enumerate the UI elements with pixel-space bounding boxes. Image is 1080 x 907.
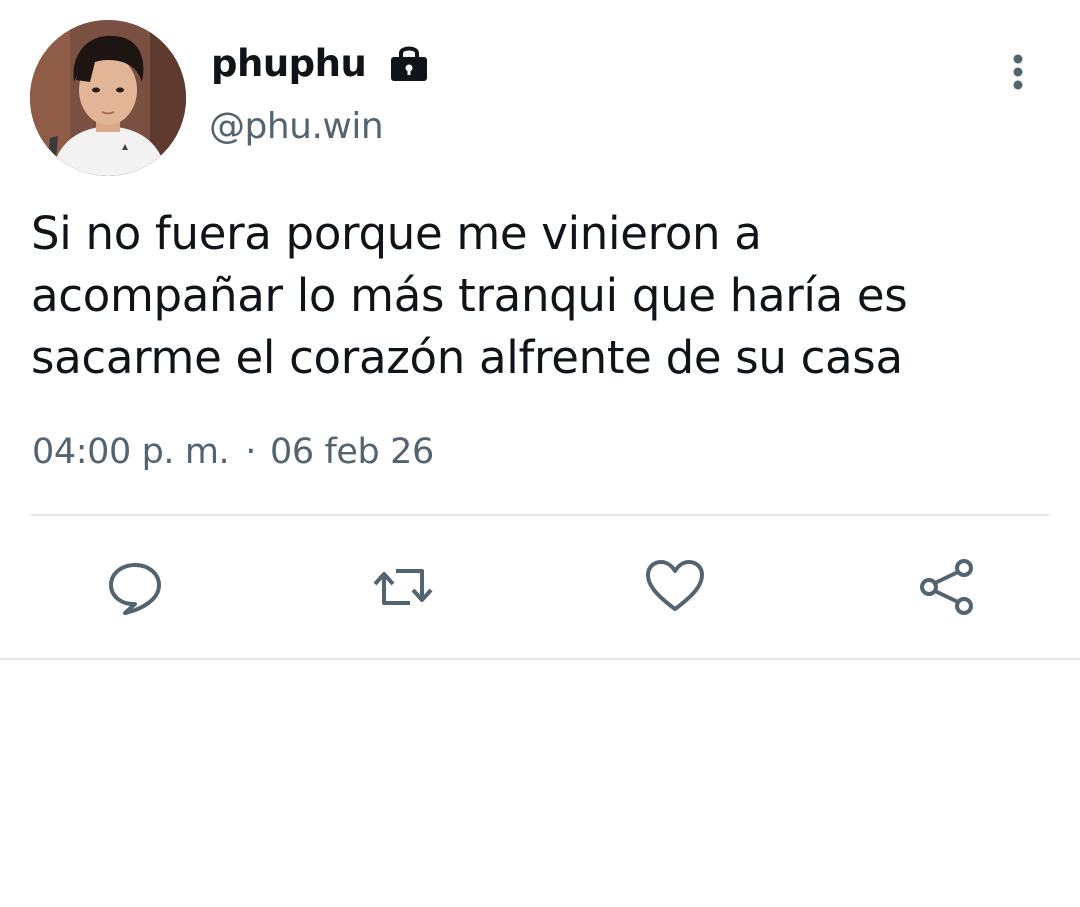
share-icon — [916, 556, 978, 623]
action-bar — [0, 548, 1080, 628]
divider — [30, 514, 1050, 516]
lock-icon — [388, 42, 430, 84]
like-button[interactable] — [642, 556, 708, 622]
reply-button[interactable] — [102, 556, 168, 622]
share-button[interactable] — [914, 556, 980, 622]
avatar[interactable] — [30, 20, 186, 176]
display-name-row: phuphu — [211, 40, 430, 86]
bottom-divider — [0, 658, 1080, 660]
avatar-image — [30, 20, 186, 176]
retweet-button[interactable] — [370, 556, 436, 622]
tweet-time: 04:00 p. m. — [32, 432, 230, 472]
more-options-icon[interactable] — [1000, 50, 1036, 94]
tweet-timestamp[interactable]: 04:00 p. m. · 06 feb 26 — [32, 432, 434, 472]
reply-icon — [105, 557, 165, 622]
tweet-date: 06 feb 26 — [270, 432, 434, 472]
meta-separator: · — [245, 432, 257, 472]
heart-icon — [644, 557, 706, 622]
display-name[interactable]: phuphu — [211, 42, 367, 85]
user-handle[interactable]: @phu.win — [209, 106, 384, 147]
tweet-text: Si no fuera porque me vinieron a acompañ… — [31, 207, 908, 384]
tweet-card: phuphu @phu.win Si no fuera porque me vi… — [0, 0, 1080, 660]
retweet-icon — [370, 557, 436, 622]
